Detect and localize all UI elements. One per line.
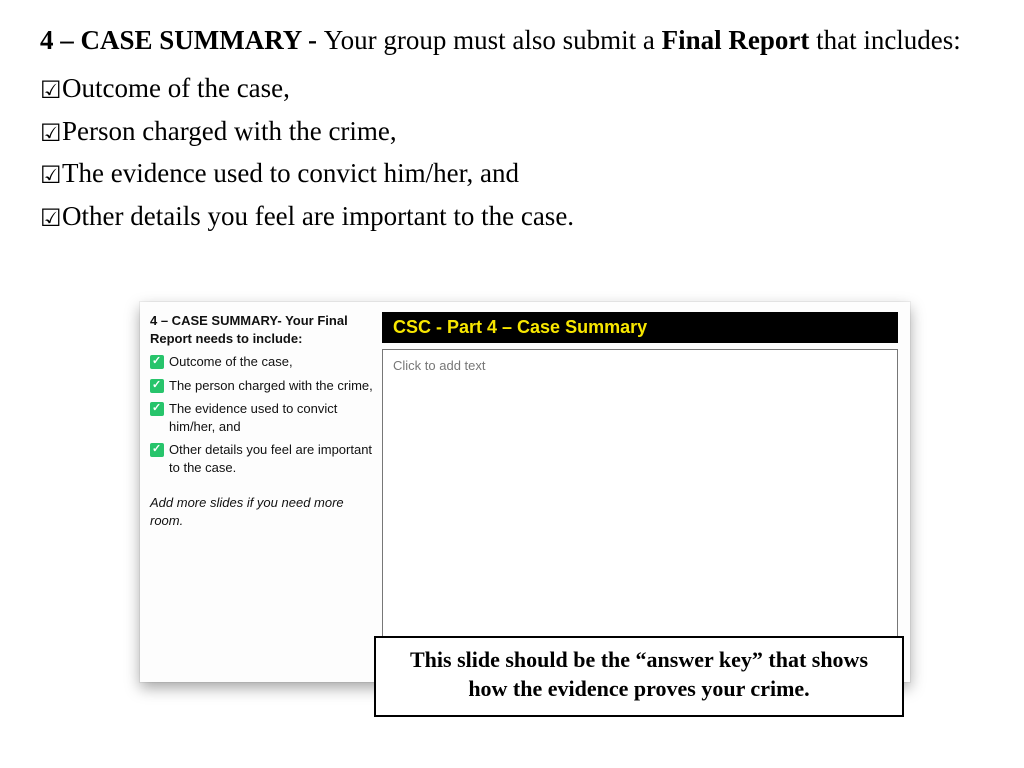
- heading-mid-plain: Your group must also submit a: [324, 25, 662, 55]
- checklist-item: ☑ The evidence used to convict him/her, …: [40, 153, 984, 194]
- embedded-slide-preview: 4 – CASE SUMMARY- Your Final Report need…: [140, 302, 910, 682]
- checkbox-checked-icon: ☑: [40, 79, 62, 103]
- answer-key-callout: This slide should be the “answer key” th…: [374, 636, 904, 717]
- checklist-item-text: Outcome of the case,: [62, 68, 290, 109]
- checkbox-checked-icon: ☑: [40, 207, 62, 231]
- check-icon: [150, 379, 164, 393]
- checklist-item-text: The evidence used to convict him/her, an…: [62, 153, 519, 194]
- slide-sidebar-item: Other details you feel are important to …: [150, 441, 374, 476]
- checkbox-checked-icon: ☑: [40, 164, 62, 188]
- slide-sidebar-item-text: The evidence used to convict him/her, an…: [169, 400, 374, 435]
- check-icon: [150, 355, 164, 369]
- section-heading: 4 – CASE SUMMARY - Your group must also …: [40, 22, 984, 58]
- slide-sidebar-item-text: Other details you feel are important to …: [169, 441, 374, 476]
- slide-sidebar: 4 – CASE SUMMARY- Your Final Report need…: [150, 312, 382, 670]
- check-icon: [150, 443, 164, 457]
- slide-sidebar-item: The evidence used to convict him/her, an…: [150, 400, 374, 435]
- heading-mid-bold: Final Report: [662, 25, 810, 55]
- slide-sidebar-note: Add more slides if you need more room.: [150, 494, 374, 529]
- slide-sidebar-item: The person charged with the crime,: [150, 377, 374, 395]
- checklist-item-text: Person charged with the crime,: [62, 111, 397, 152]
- checklist-item-text: Other details you feel are important to …: [62, 196, 574, 237]
- checklist-item: ☑ Person charged with the crime,: [40, 111, 984, 152]
- checkbox-checked-icon: ☑: [40, 122, 62, 146]
- slide-title-bar: CSC - Part 4 – Case Summary: [382, 312, 898, 343]
- check-icon: [150, 402, 164, 416]
- slide-sidebar-item-text: Outcome of the case,: [169, 353, 374, 371]
- checklist-item: ☑ Other details you feel are important t…: [40, 196, 984, 237]
- slide-sidebar-item-text: The person charged with the crime,: [169, 377, 374, 395]
- slide-text-placeholder[interactable]: Click to add text: [382, 349, 898, 670]
- requirements-checklist: ☑ Outcome of the case, ☑ Person charged …: [40, 68, 984, 236]
- checklist-item: ☑ Outcome of the case,: [40, 68, 984, 109]
- heading-suffix-plain: that includes:: [809, 25, 960, 55]
- slide-sidebar-title: 4 – CASE SUMMARY- Your Final Report need…: [150, 312, 374, 347]
- slide-sidebar-item: Outcome of the case,: [150, 353, 374, 371]
- heading-prefix-bold: 4 – CASE SUMMARY -: [40, 25, 324, 55]
